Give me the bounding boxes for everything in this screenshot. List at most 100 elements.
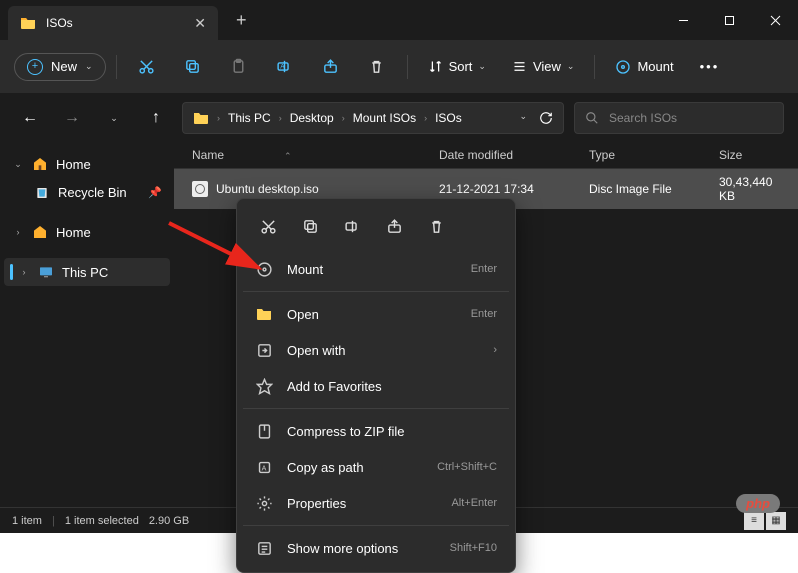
col-name[interactable]: Name⌃ [184, 148, 439, 162]
address-bar[interactable]: › This PC › Desktop › Mount ISOs › ISOs … [182, 102, 564, 134]
ctx-open-with[interactable]: Open with › [243, 332, 509, 368]
crumb-sep-icon: › [342, 113, 345, 123]
delete-icon[interactable] [357, 49, 397, 85]
separator [243, 291, 509, 292]
sidebar-item-home2[interactable]: › Home [4, 218, 170, 246]
crumb-sep-icon: › [217, 113, 220, 123]
folder-icon [255, 305, 273, 323]
col-type[interactable]: Type [589, 148, 719, 162]
view-mode-toggle: ≡ ▦ [744, 512, 786, 530]
ctx-hint: Shift+F10 [450, 542, 497, 554]
ctx-label: Add to Favorites [287, 379, 497, 394]
more-button[interactable]: ••• [690, 53, 730, 80]
view-details-icon[interactable]: ≡ [744, 512, 764, 530]
disc-icon [255, 260, 273, 278]
column-headers: Name⌃ Date modified Type Size [174, 142, 798, 169]
cut-icon[interactable] [127, 49, 167, 85]
tab-close-icon[interactable]: ✕ [194, 15, 206, 32]
copy-icon[interactable] [173, 49, 213, 85]
sort-button[interactable]: Sort ⌄ [418, 53, 496, 80]
ctx-label: Show more options [287, 541, 436, 556]
up-button[interactable]: ↑ [140, 102, 172, 134]
status-selected: 1 item selected [65, 515, 139, 527]
home-icon [32, 224, 48, 240]
rename-icon[interactable] [335, 211, 369, 241]
chevron-down-icon[interactable]: ⌄ [519, 111, 527, 125]
view-button[interactable]: View ⌄ [502, 53, 585, 80]
ctx-label: Mount [287, 262, 457, 277]
ctx-label: Open [287, 307, 457, 322]
status-item-count: 1 item [12, 515, 42, 527]
recent-button[interactable]: ⌄ [98, 102, 130, 134]
ctx-properties[interactable]: Properties Alt+Enter [243, 485, 509, 521]
refresh-icon[interactable] [539, 111, 553, 125]
crumb-isos[interactable]: ISOs [435, 111, 462, 125]
sidebar-item-this-pc[interactable]: › This PC [4, 258, 170, 286]
chevron-right-icon: › [12, 227, 24, 237]
ctx-more-options[interactable]: Show more options Shift+F10 [243, 530, 509, 566]
status-size: 2.90 GB [149, 515, 189, 527]
ctx-hint: Enter [471, 308, 497, 320]
zip-icon [255, 422, 273, 440]
chevron-down-icon: ⌄ [12, 159, 24, 170]
ctx-hint: Enter [471, 263, 497, 275]
share-icon[interactable] [311, 49, 351, 85]
col-size[interactable]: Size [719, 148, 788, 162]
crumb-this-pc[interactable]: This PC [228, 111, 271, 125]
ctx-copy-path[interactable]: A Copy as path Ctrl+Shift+C [243, 449, 509, 485]
delete-icon[interactable] [419, 211, 453, 241]
close-button[interactable] [752, 0, 798, 40]
tab-active[interactable]: ISOs ✕ [8, 6, 218, 40]
forward-button[interactable]: → [56, 102, 88, 134]
search-box[interactable]: Search ISOs [574, 102, 784, 134]
window-controls [660, 0, 798, 40]
sidebar-label: Home [56, 225, 91, 240]
home-icon [32, 156, 48, 172]
maximize-button[interactable] [706, 0, 752, 40]
copy-icon[interactable] [293, 211, 327, 241]
ctx-favorites[interactable]: Add to Favorites [243, 368, 509, 404]
star-icon [255, 377, 273, 395]
ctx-open[interactable]: Open Enter [243, 296, 509, 332]
minimize-button[interactable] [660, 0, 706, 40]
sort-label: Sort [449, 59, 473, 74]
sidebar-item-home[interactable]: ⌄ Home [4, 150, 170, 178]
col-date[interactable]: Date modified [439, 148, 589, 162]
crumb-desktop[interactable]: Desktop [290, 111, 334, 125]
sidebar: ⌄ Home Recycle Bin 📌 › Home › This PC [0, 142, 174, 507]
crumb-mount-isos[interactable]: Mount ISOs [353, 111, 416, 125]
sidebar-item-recycle[interactable]: Recycle Bin 📌 [26, 178, 170, 206]
divider [594, 55, 595, 79]
file-name: Ubuntu desktop.iso [216, 182, 319, 196]
tab-title: ISOs [46, 16, 184, 30]
cut-icon[interactable] [251, 211, 285, 241]
sort-caret-icon: ⌃ [284, 151, 292, 161]
chevron-down-icon: ⌄ [478, 61, 486, 72]
file-type: Disc Image File [589, 182, 719, 196]
share-icon[interactable] [377, 211, 411, 241]
ctx-compress[interactable]: Compress to ZIP file [243, 413, 509, 449]
rename-icon[interactable]: A [265, 49, 305, 85]
folder-icon [20, 15, 36, 31]
divider [116, 55, 117, 79]
folder-icon [193, 110, 209, 126]
mount-button[interactable]: Mount [605, 53, 683, 81]
new-label: New [51, 59, 77, 74]
back-button[interactable]: ← [14, 102, 46, 134]
more-options-icon [255, 539, 273, 557]
ctx-mount[interactable]: Mount Enter [243, 251, 509, 287]
context-menu: Mount Enter Open Enter Open with › Add t… [236, 198, 516, 573]
plus-icon: + [27, 59, 43, 75]
chevron-down-icon: ⌄ [567, 61, 575, 72]
paste-icon[interactable] [219, 49, 259, 85]
new-tab-button[interactable]: + [236, 10, 247, 31]
recycle-bin-icon [34, 184, 50, 200]
ctx-label: Compress to ZIP file [287, 424, 497, 439]
new-button[interactable]: + New ⌄ [14, 53, 106, 81]
divider [407, 55, 408, 79]
separator: | [52, 515, 55, 527]
search-placeholder: Search ISOs [609, 111, 677, 125]
view-grid-icon[interactable]: ▦ [766, 512, 786, 530]
properties-icon [255, 494, 273, 512]
copy-path-icon: A [255, 458, 273, 476]
